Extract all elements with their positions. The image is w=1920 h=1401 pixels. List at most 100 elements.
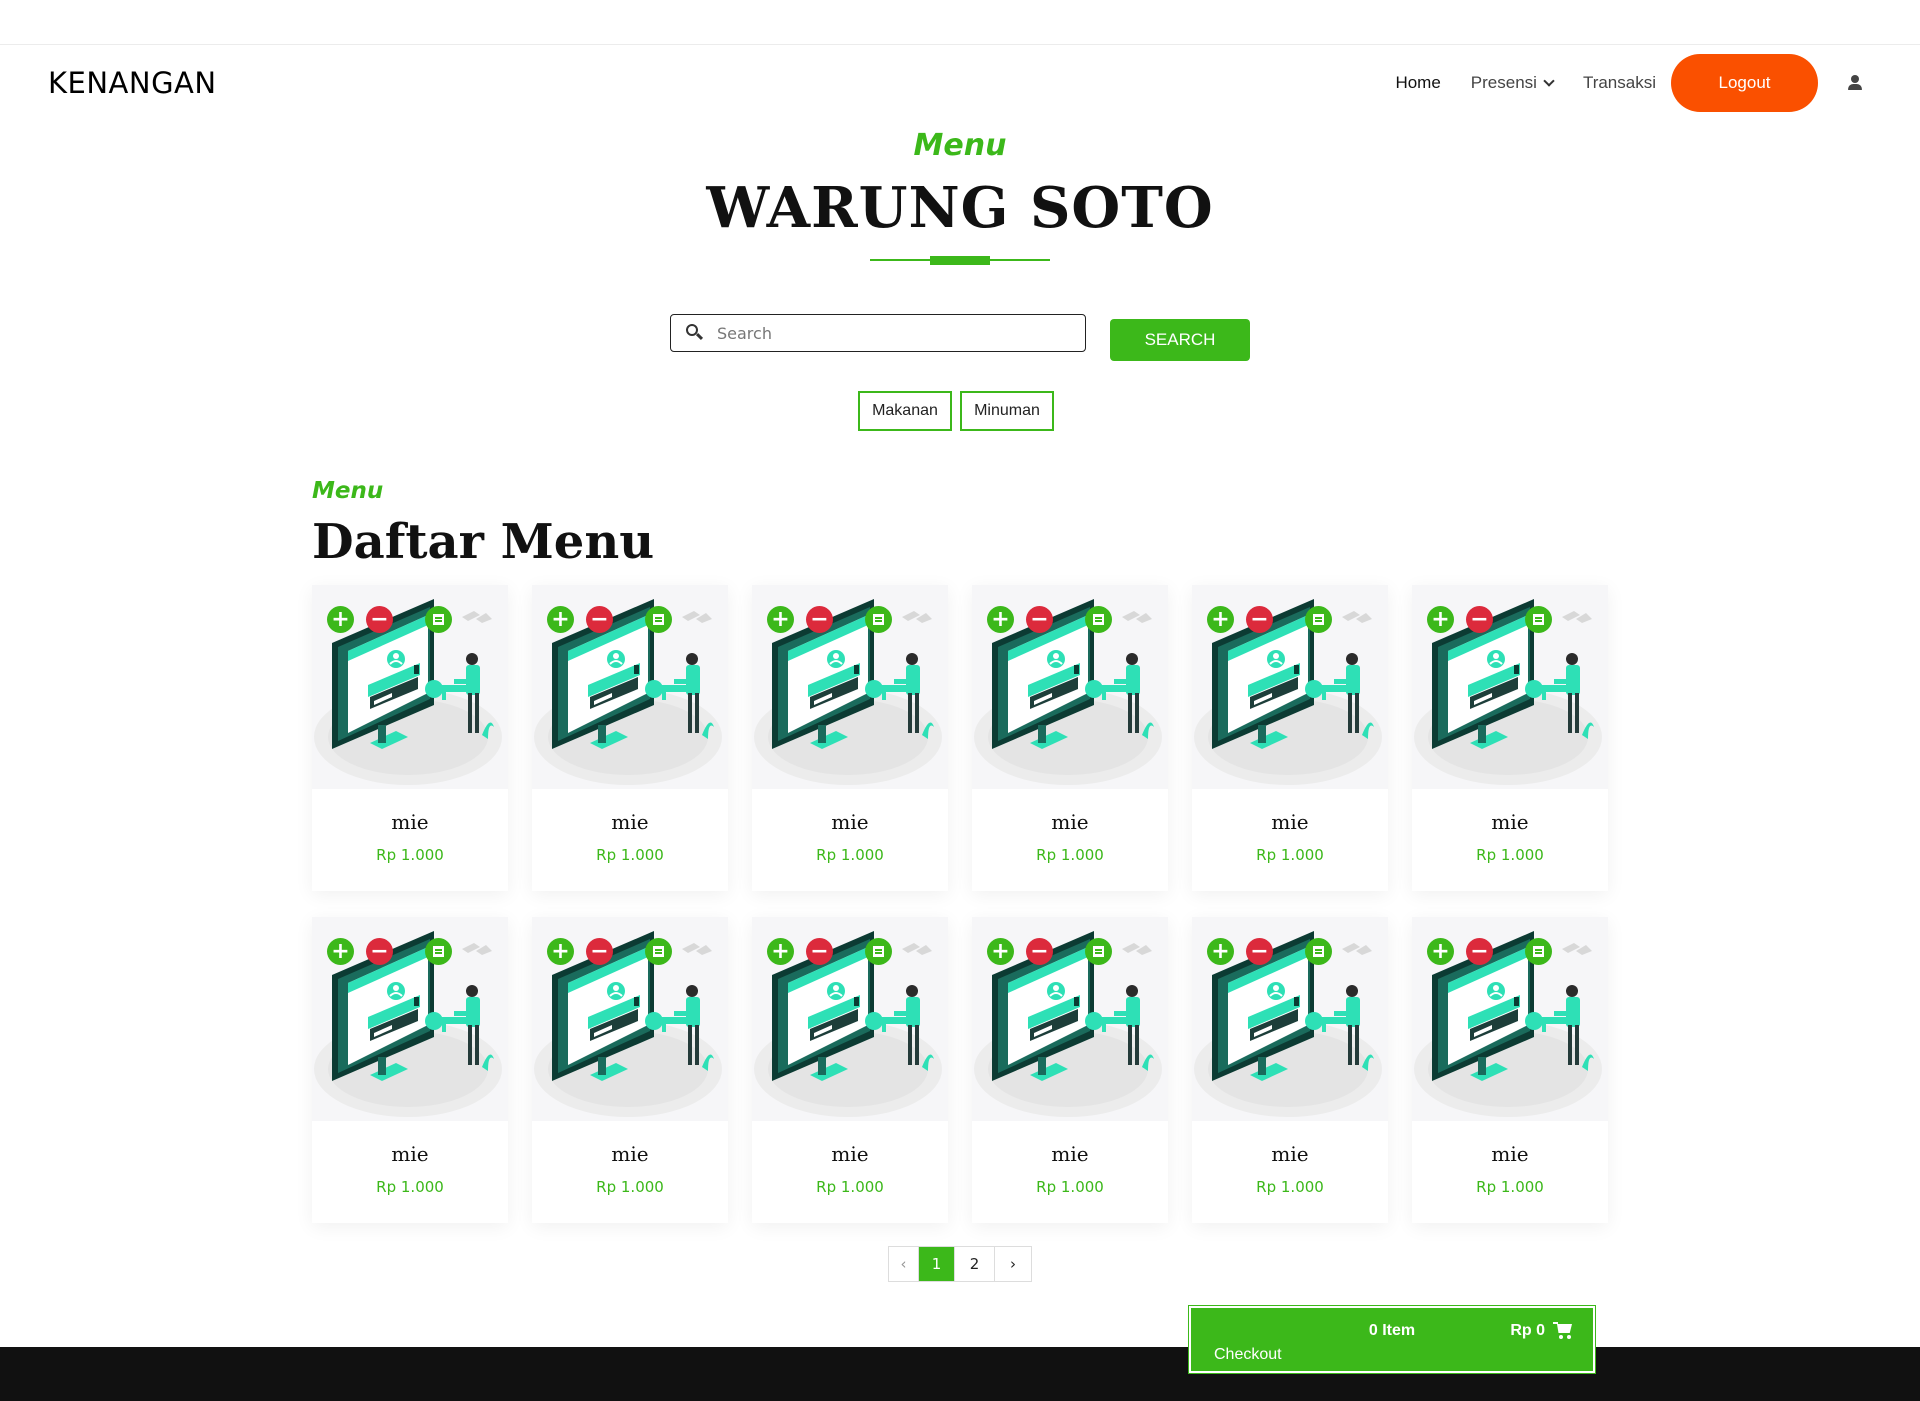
remove-item-button[interactable]: − <box>1026 938 1053 965</box>
detail-icon <box>433 946 444 957</box>
detail-icon <box>653 614 664 625</box>
add-item-button[interactable]: + <box>767 606 794 633</box>
detail-icon <box>653 946 664 957</box>
add-item-button[interactable]: + <box>987 938 1014 965</box>
menu-item-name: mie <box>1271 810 1309 834</box>
cart-icon <box>1553 1322 1573 1340</box>
menu-card[interactable]: + − mie Rp 1.000 <box>972 917 1168 1223</box>
add-item-button[interactable]: + <box>327 606 354 633</box>
nav-home-label: Home <box>1395 73 1441 92</box>
remove-item-button[interactable]: − <box>1466 606 1493 633</box>
detail-icon <box>433 614 444 625</box>
menu-item-price: Rp 1.000 <box>1256 846 1324 864</box>
menu-card[interactable]: + − mie Rp 1.000 <box>312 917 508 1223</box>
menu-card[interactable]: + − mie Rp 1.000 <box>532 917 728 1223</box>
menu-item-image: + − <box>312 585 508 789</box>
remove-item-button[interactable]: − <box>366 938 393 965</box>
nav-links: Home Presensi Transaksi Logout <box>1395 46 1920 120</box>
detail-icon <box>873 614 884 625</box>
menu-item-image: + − <box>752 585 948 789</box>
remove-item-button[interactable]: − <box>1466 938 1493 965</box>
add-item-button[interactable]: + <box>987 606 1014 633</box>
menu-card[interactable]: + − mie Rp 1.000 <box>532 585 728 891</box>
detail-button[interactable] <box>645 606 672 633</box>
menu-card[interactable]: + − mie Rp 1.000 <box>752 585 948 891</box>
checkout-total: Rp 0 <box>1510 1322 1545 1339</box>
add-item-button[interactable]: + <box>1207 606 1234 633</box>
logout-button[interactable]: Logout <box>1671 54 1818 112</box>
pagination: ‹ 1 2 › <box>888 1246 1032 1282</box>
user-icon[interactable] <box>1848 75 1862 91</box>
add-item-button[interactable]: + <box>767 938 794 965</box>
menu-card[interactable]: + − mie Rp 1.000 <box>1412 585 1608 891</box>
remove-item-button[interactable]: − <box>806 606 833 633</box>
search-input[interactable] <box>717 323 1077 343</box>
detail-button[interactable] <box>1525 938 1552 965</box>
menu-item-image: + − <box>752 917 948 1121</box>
menu-item-price: Rp 1.000 <box>816 1178 884 1196</box>
checkout-bar[interactable]: 0 Item Rp 0 Checkout <box>1188 1305 1596 1374</box>
detail-button[interactable] <box>865 606 892 633</box>
add-item-button[interactable]: + <box>327 938 354 965</box>
menu-item-price: Rp 1.000 <box>596 846 664 864</box>
menu-card[interactable]: + − mie Rp 1.000 <box>972 585 1168 891</box>
detail-icon <box>873 946 884 957</box>
category-makanan-button[interactable]: Makanan <box>858 391 952 431</box>
add-item-button[interactable]: + <box>547 606 574 633</box>
brand-logo[interactable]: KENANGAN <box>48 66 217 100</box>
footer <box>0 1347 1920 1401</box>
hero-title: WARUNG SOTO <box>706 175 1214 241</box>
menu-card[interactable]: + − mie Rp 1.000 <box>752 917 948 1223</box>
add-item-button[interactable]: + <box>547 938 574 965</box>
search-icon <box>686 324 704 342</box>
pagination-page-1[interactable]: 1 <box>919 1247 955 1281</box>
section-subtitle: Menu <box>312 478 384 504</box>
menu-item-name: mie <box>1051 810 1089 834</box>
pagination-page-2[interactable]: 2 <box>955 1247 995 1281</box>
add-item-button[interactable]: + <box>1207 938 1234 965</box>
detail-icon <box>1313 946 1324 957</box>
menu-card[interactable]: + − mie Rp 1.000 <box>1412 917 1608 1223</box>
nav-transaksi[interactable]: Transaksi <box>1583 73 1656 93</box>
nav-home[interactable]: Home <box>1395 73 1440 93</box>
menu-item-name: mie <box>1051 1142 1089 1166</box>
remove-item-button[interactable]: − <box>366 606 393 633</box>
add-item-button[interactable]: + <box>1427 938 1454 965</box>
menu-card[interactable]: + − mie Rp 1.000 <box>1192 585 1388 891</box>
remove-item-button[interactable]: − <box>1246 938 1273 965</box>
detail-button[interactable] <box>425 606 452 633</box>
menu-item-name: mie <box>391 1142 429 1166</box>
menu-item-price: Rp 1.000 <box>1476 1178 1544 1196</box>
detail-button[interactable] <box>865 938 892 965</box>
detail-icon <box>1533 614 1544 625</box>
nav-presensi-label: Presensi <box>1470 73 1537 92</box>
menu-item-name: mie <box>611 810 649 834</box>
menu-item-name: mie <box>391 810 429 834</box>
menu-item-image: + − <box>532 917 728 1121</box>
remove-item-button[interactable]: − <box>1246 606 1273 633</box>
menu-item-image: + − <box>312 917 508 1121</box>
detail-button[interactable] <box>1085 938 1112 965</box>
detail-button[interactable] <box>645 938 672 965</box>
nav-presensi[interactable]: Presensi <box>1470 73 1555 93</box>
search-button[interactable]: SEARCH <box>1110 319 1250 361</box>
remove-item-button[interactable]: − <box>586 606 613 633</box>
add-item-button[interactable]: + <box>1427 606 1454 633</box>
title-divider-accent <box>930 256 990 265</box>
menu-item-price: Rp 1.000 <box>1476 846 1544 864</box>
detail-button[interactable] <box>1525 606 1552 633</box>
chevron-down-icon <box>1543 75 1555 87</box>
detail-button[interactable] <box>1085 606 1112 633</box>
detail-button[interactable] <box>425 938 452 965</box>
category-minuman-button[interactable]: Minuman <box>960 391 1054 431</box>
remove-item-button[interactable]: − <box>806 938 833 965</box>
detail-button[interactable] <box>1305 606 1332 633</box>
pagination-prev[interactable]: ‹ <box>889 1247 919 1281</box>
pagination-next[interactable]: › <box>995 1247 1031 1281</box>
remove-item-button[interactable]: − <box>586 938 613 965</box>
detail-button[interactable] <box>1305 938 1332 965</box>
remove-item-button[interactable]: − <box>1026 606 1053 633</box>
menu-card[interactable]: + − mie Rp 1.000 <box>312 585 508 891</box>
menu-item-price: Rp 1.000 <box>1036 1178 1104 1196</box>
menu-card[interactable]: + − mie Rp 1.000 <box>1192 917 1388 1223</box>
